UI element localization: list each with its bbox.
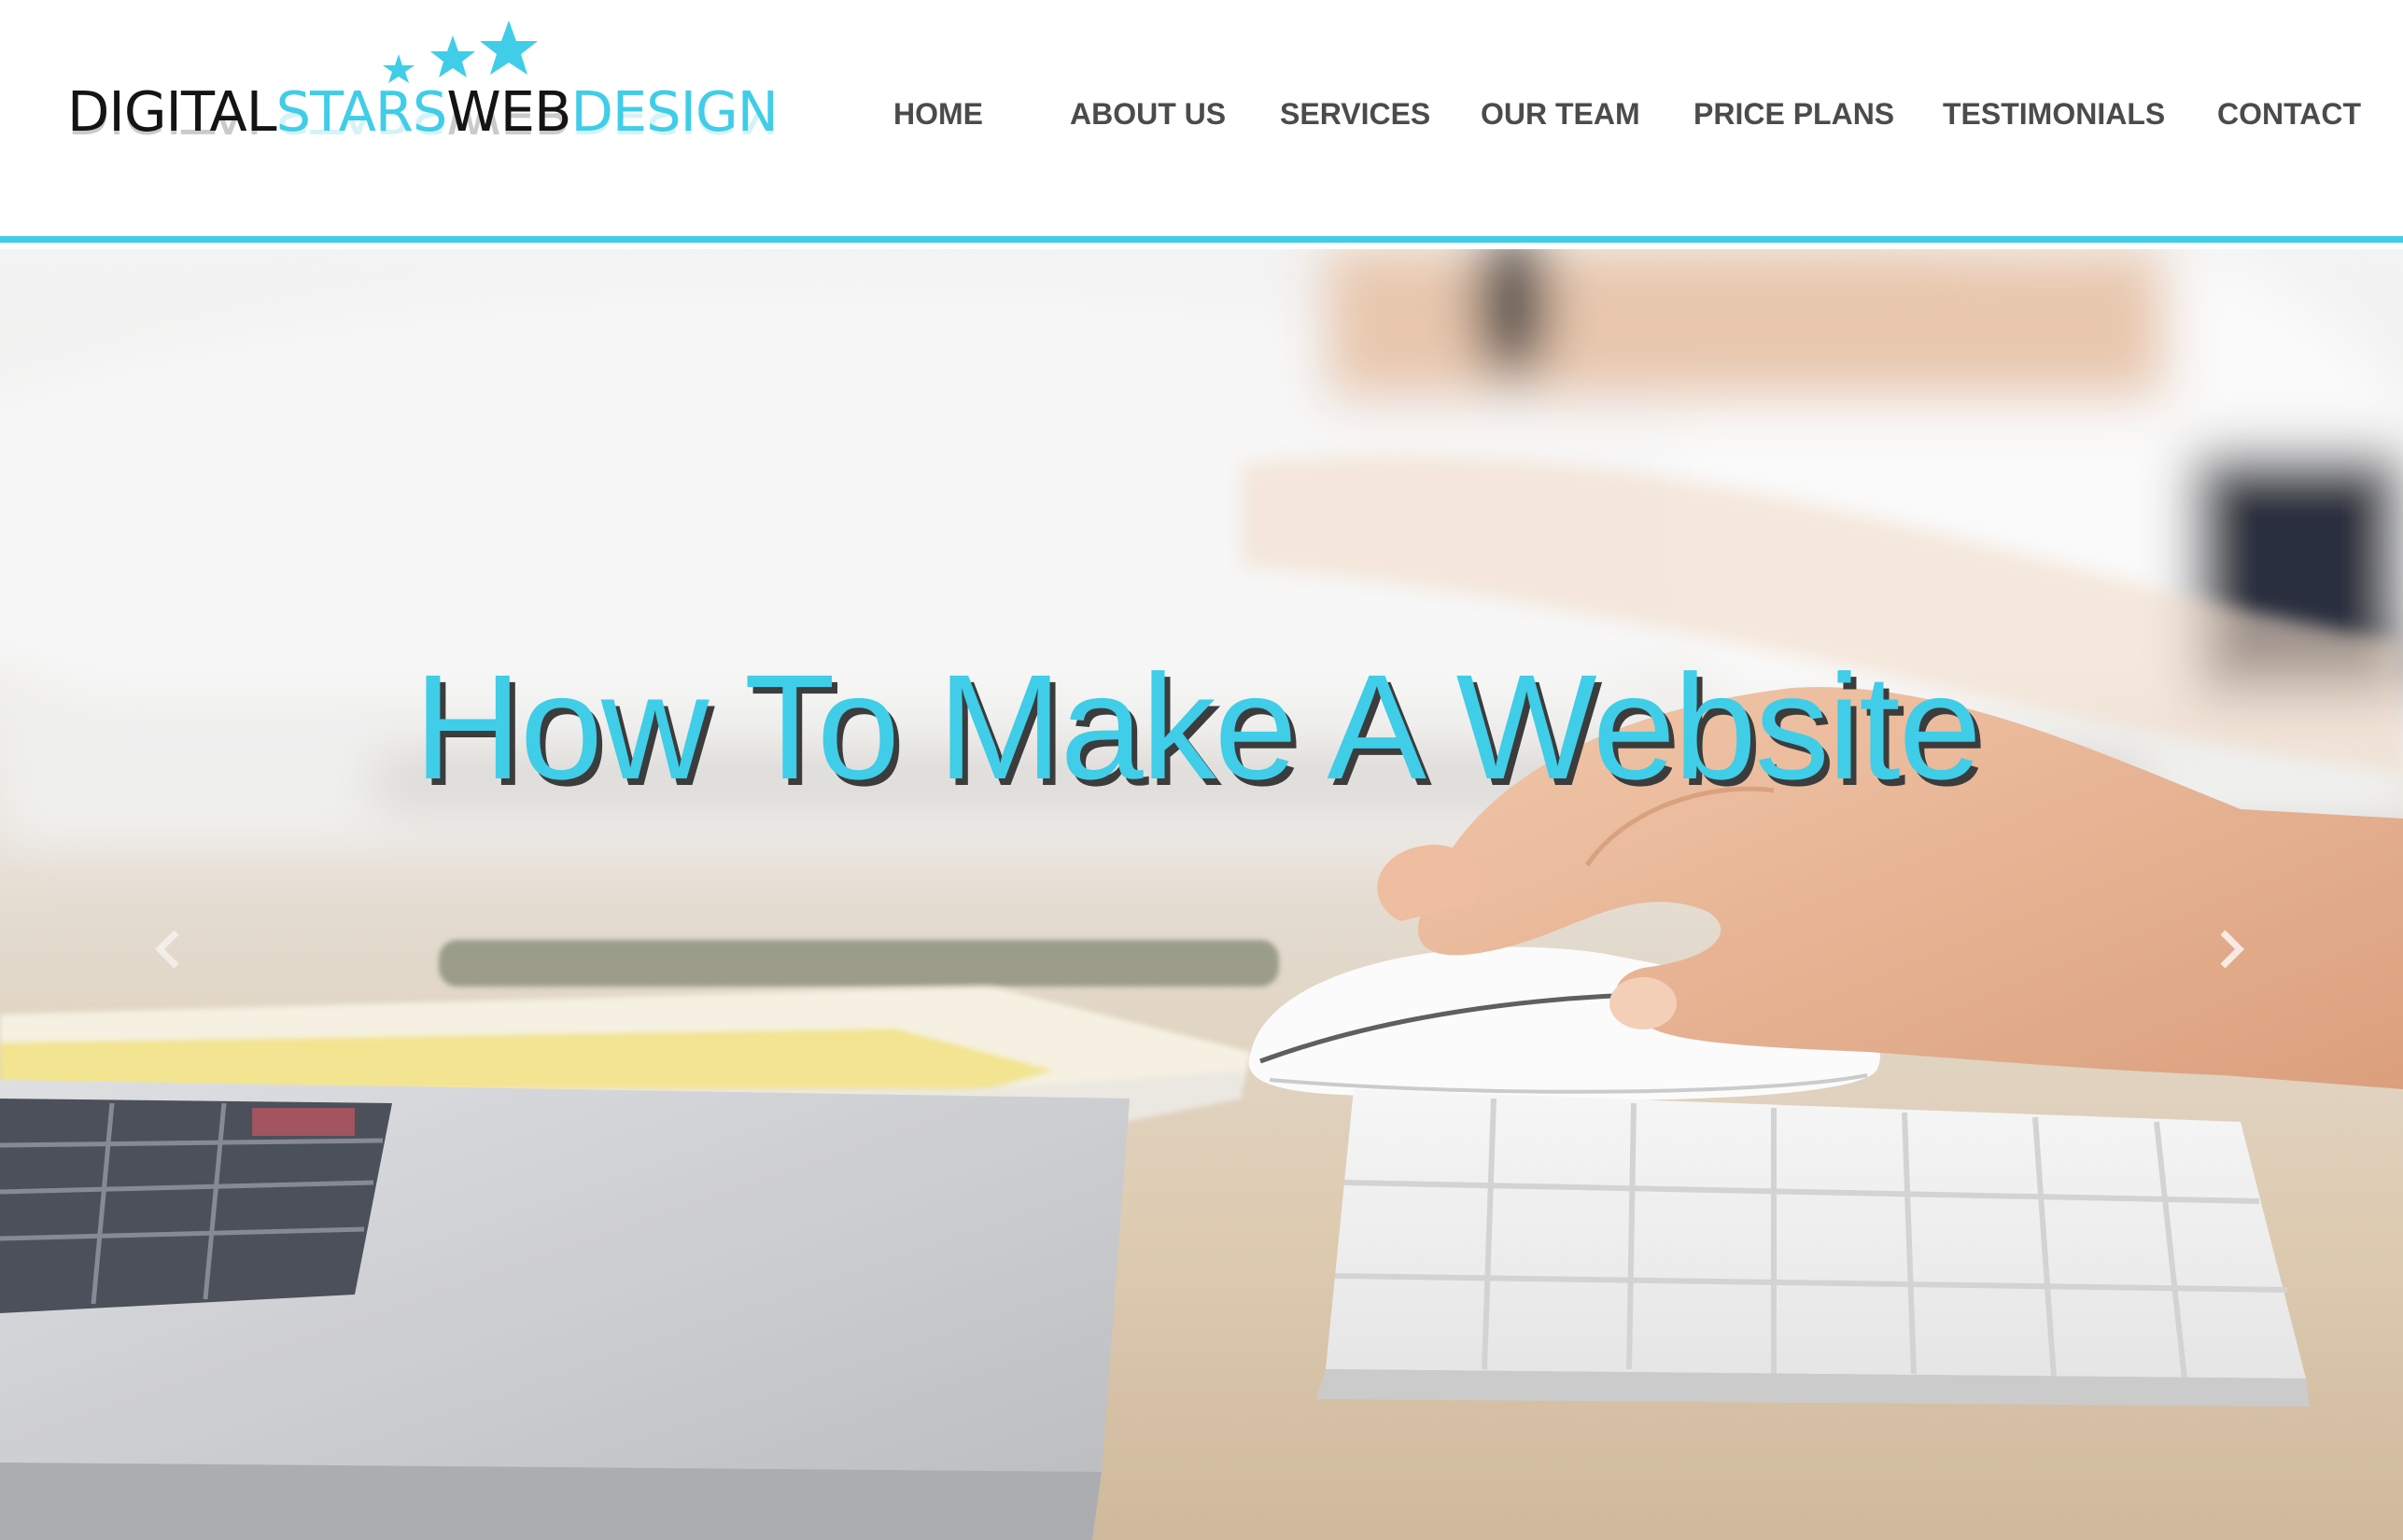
main-nav: HOME ABOUT US SERVICES OUR TEAM PRICE PL… — [0, 97, 2403, 142]
slider-next-button[interactable] — [2203, 912, 2259, 987]
nav-item-testimonials[interactable]: TESTIMONIALS — [1943, 97, 2165, 132]
slider-prev-button[interactable] — [140, 912, 196, 987]
nav-item-home[interactable]: HOME — [893, 97, 983, 132]
nav-item-contact[interactable]: CONTACT — [2217, 97, 2361, 132]
nav-item-about-us[interactable]: ABOUT US — [1070, 97, 1226, 132]
hero-slider: How To Make A Website — [0, 249, 2403, 1540]
chevron-left-icon — [155, 930, 179, 969]
nav-item-our-team[interactable]: OUR TEAM — [1481, 97, 1640, 132]
site-logo[interactable]: DIGITALSTARSWEBDESIGN DIGITALSTARSWEBDES… — [67, 19, 779, 168]
chevron-right-icon — [2220, 930, 2244, 969]
hero-background-image — [0, 249, 2403, 1540]
site-header: DIGITALSTARSWEBDESIGN DIGITALSTARSWEBDES… — [0, 0, 2403, 243]
nav-item-services[interactable]: SERVICES — [1280, 97, 1430, 132]
hero-title: How To Make A Website — [414, 643, 1981, 810]
nav-item-price-plans[interactable]: PRICE PLANS — [1693, 97, 1894, 132]
